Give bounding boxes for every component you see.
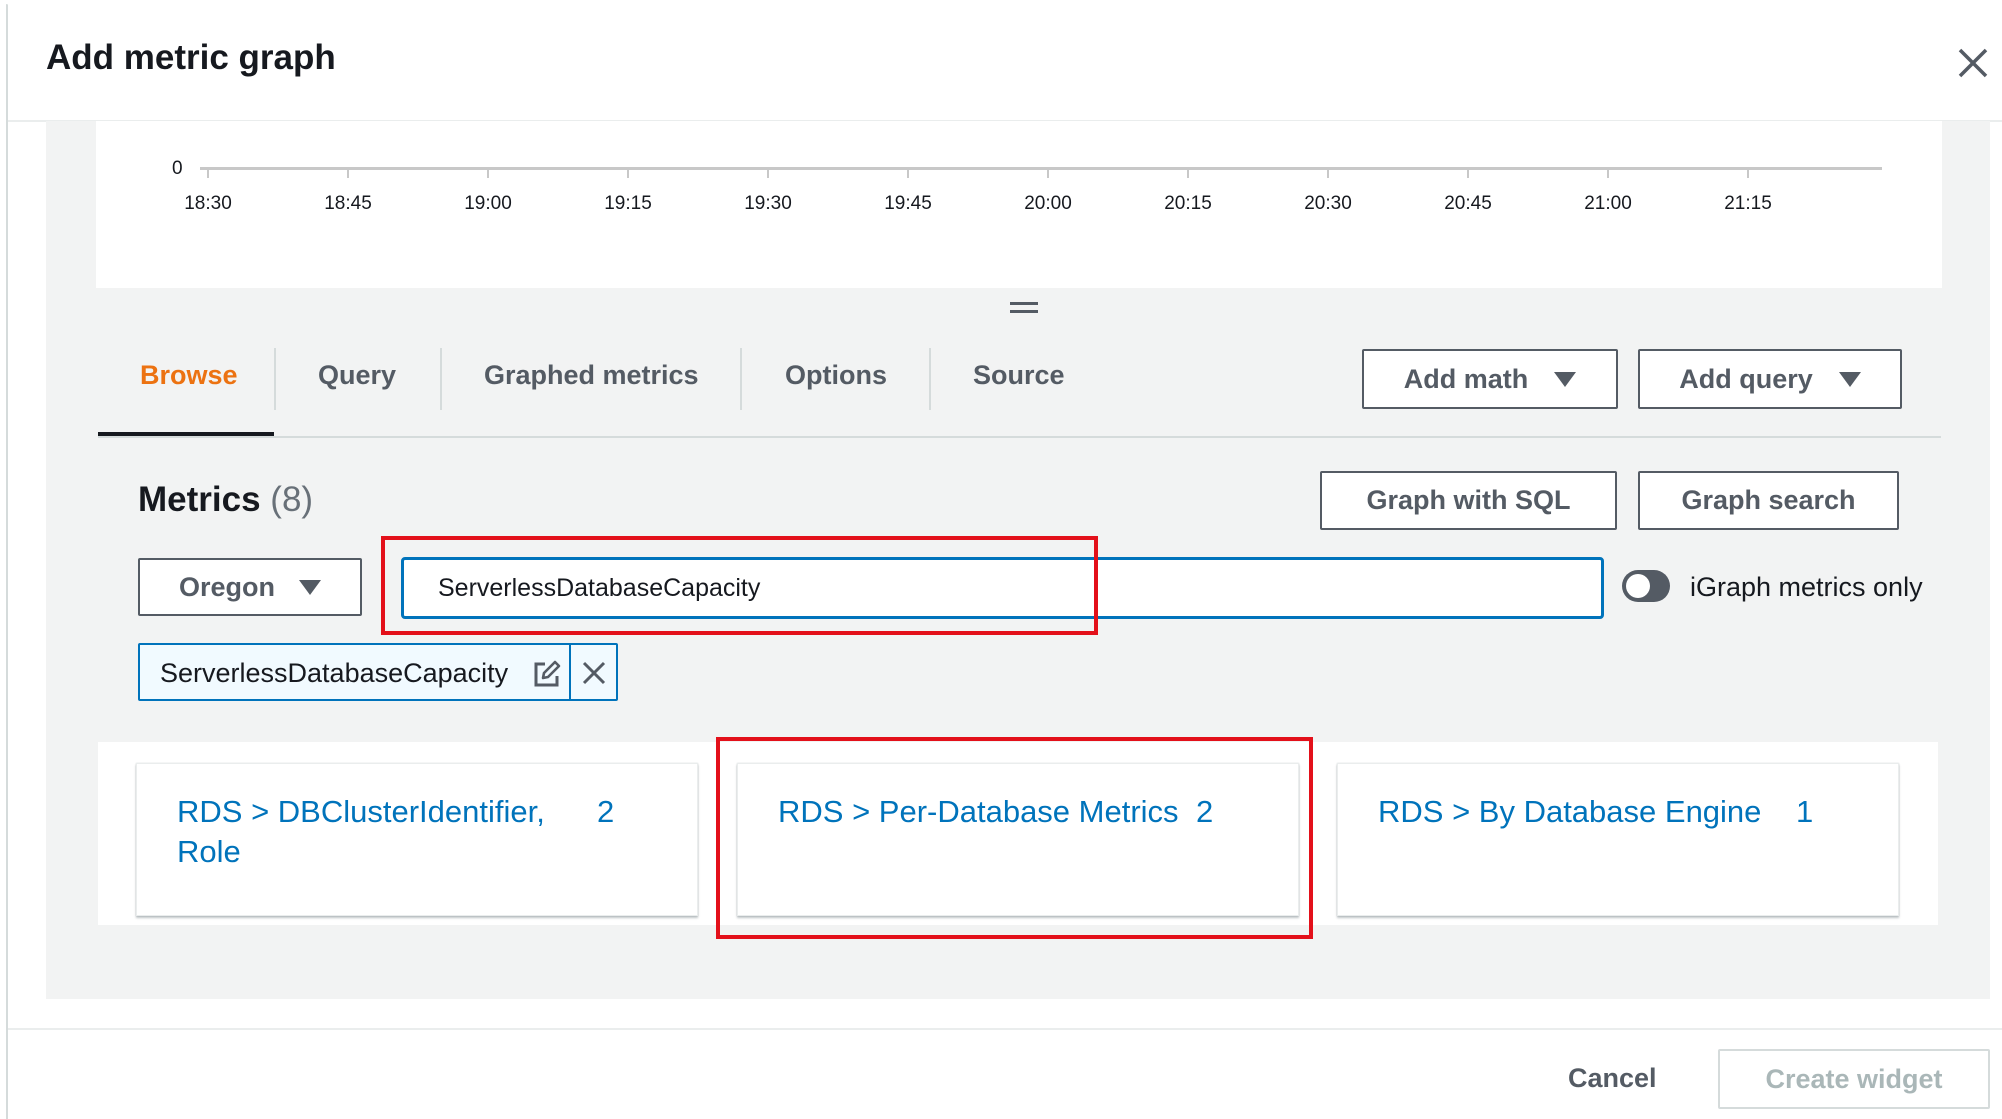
x-axis-tick-label: 18:30 [184,193,232,214]
x-axis-line [200,167,1882,170]
x-axis-tick-label: 21:15 [1724,193,1772,214]
metrics-title: Metrics [138,480,261,519]
search-filter-token: ServerlessDatabaseCapacity [138,643,618,701]
x-axis-tick-label: 20:15 [1164,193,1212,214]
resize-handle[interactable] [1010,300,1038,316]
namespace-card[interactable]: RDS > DBClusterIdentifier, Role 2 [136,763,698,916]
add-math-label: Add math [1403,363,1529,394]
metrics-heading: Metrics (8) [138,480,313,520]
x-axis-tick-label: 21:00 [1584,193,1632,214]
graph-with-sql-button[interactable]: Graph with SQL [1320,471,1617,530]
x-axis-tick [1747,170,1749,178]
metrics-count: (8) [270,480,314,519]
x-axis-tick-label: 19:45 [884,193,932,214]
tab-source[interactable]: Source [973,360,1065,391]
x-axis-tick [627,170,629,178]
graph-search-button[interactable]: Graph search [1638,471,1899,530]
namespace-count: 2 [597,794,615,829]
close-icon[interactable] [579,658,609,688]
namespace-card[interactable]: RDS > By Database Engine 1 [1337,763,1899,916]
tab-options[interactable]: Options [785,360,887,391]
x-axis-tick-label: 20:30 [1304,193,1352,214]
tab-graphed-metrics[interactable]: Graphed metrics [484,360,699,391]
token-divider [569,645,571,699]
x-axis-tick [1047,170,1049,178]
add-query-button[interactable]: Add query [1638,349,1902,409]
x-axis-tick [767,170,769,178]
x-axis-tick-label: 20:45 [1444,193,1492,214]
namespace-name: RDS > By Database Engine [1378,794,1762,829]
region-select-value: Oregon [178,571,275,602]
tab-separator [440,348,442,410]
caret-down-icon [299,579,321,595]
close-icon[interactable] [1953,43,1993,83]
x-axis-tick [347,170,349,178]
namespace-name: RDS > DBClusterIdentifier, Role [177,794,545,869]
y-axis-label: 0 [172,158,183,179]
tabs-divider [98,436,1941,438]
tab-query[interactable]: Query [318,360,396,391]
tab-separator [929,348,931,410]
x-axis-tick [907,170,909,178]
x-axis-tick-label: 19:00 [464,193,512,214]
create-widget-button[interactable]: Create widget [1718,1049,1990,1109]
x-axis-tick [1607,170,1609,178]
modal-title: Add metric graph [46,38,336,77]
x-axis-tick [1467,170,1469,178]
region-select[interactable]: Oregon [138,558,362,616]
namespace-card[interactable]: RDS > Per-Database Metrics 2 [737,763,1299,916]
footer-divider [8,1028,2002,1030]
toggle-knob [1626,574,1650,598]
tab-browse[interactable]: Browse [140,360,238,391]
caret-down-icon [1838,371,1861,387]
x-axis-tick-label: 20:00 [1024,193,1072,214]
namespace-count: 2 [1196,794,1214,829]
graph-metrics-only-toggle[interactable] [1622,570,1670,602]
caret-down-icon [1554,371,1577,387]
tab-separator [274,348,276,410]
x-axis-tick [487,170,489,178]
token-label: ServerlessDatabaseCapacity [160,658,509,688]
metric-search-input[interactable] [401,557,1604,619]
x-axis-tick [1187,170,1189,178]
add-math-button[interactable]: Add math [1362,349,1618,409]
x-axis-tick [1327,170,1329,178]
namespace-count: 1 [1796,794,1814,829]
toggle-label: iGraph metrics only [1690,572,1923,602]
x-axis-tick [207,170,209,178]
x-axis-tick-label: 18:45 [324,193,372,214]
x-axis-tick-label: 19:15 [604,193,652,214]
x-axis-tick-label: 19:30 [744,193,792,214]
add-query-label: Add query [1679,363,1813,394]
namespace-name: RDS > Per-Database Metrics [778,794,1179,829]
cancel-button[interactable]: Cancel [1568,1063,1657,1094]
tab-separator [740,348,742,410]
edit-icon[interactable] [532,659,562,689]
